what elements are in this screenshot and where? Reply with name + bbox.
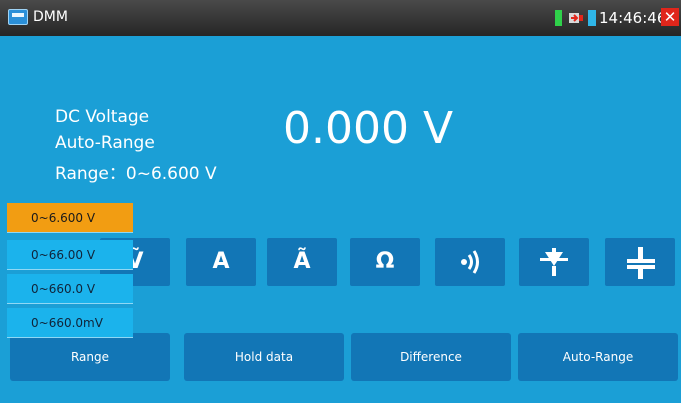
measurement-type: DC Voltage (55, 107, 150, 127)
measurement-range: Range：0~6.600 V (55, 164, 217, 184)
ac-current-icon: Ã (293, 249, 311, 274)
title-bar: DMM 14:46:46 ✕ (0, 0, 681, 36)
capacitance-icon (627, 247, 655, 279)
continuity-icon (461, 250, 479, 274)
signal-icon (555, 10, 562, 26)
difference-button[interactable]: Difference (351, 333, 511, 381)
dc-current-icon: A (212, 249, 230, 274)
range-button[interactable]: Range (10, 333, 170, 381)
usb-icon (569, 13, 583, 23)
close-button[interactable]: ✕ (661, 8, 679, 26)
range-option[interactable]: 0~6.600 V (7, 203, 133, 233)
measurement-mode: Auto-Range (55, 133, 155, 153)
diode-button[interactable] (519, 238, 589, 286)
voltage-reading: 0.000 V (283, 103, 454, 154)
dc-current-button[interactable]: A (186, 238, 256, 286)
auto-range-button[interactable]: Auto-Range (518, 333, 678, 381)
resistance-button[interactable]: Ω (350, 238, 420, 286)
battery-icon (588, 10, 596, 26)
dmm-app-icon (8, 9, 28, 25)
ac-current-button[interactable]: Ã (267, 238, 337, 286)
hold-data-button[interactable]: Hold data (184, 333, 344, 381)
app-title: DMM (33, 9, 68, 25)
range-option[interactable]: 0~66.00 V (7, 240, 133, 270)
capacitance-button[interactable] (605, 238, 675, 286)
range-option[interactable]: 0~660.0mV (7, 308, 133, 338)
continuity-button[interactable] (435, 238, 505, 286)
range-option[interactable]: 0~660.0 V (7, 274, 133, 304)
resistance-icon: Ω (375, 249, 395, 274)
clock: 14:46:46 (599, 9, 667, 27)
diode-icon (540, 248, 568, 276)
